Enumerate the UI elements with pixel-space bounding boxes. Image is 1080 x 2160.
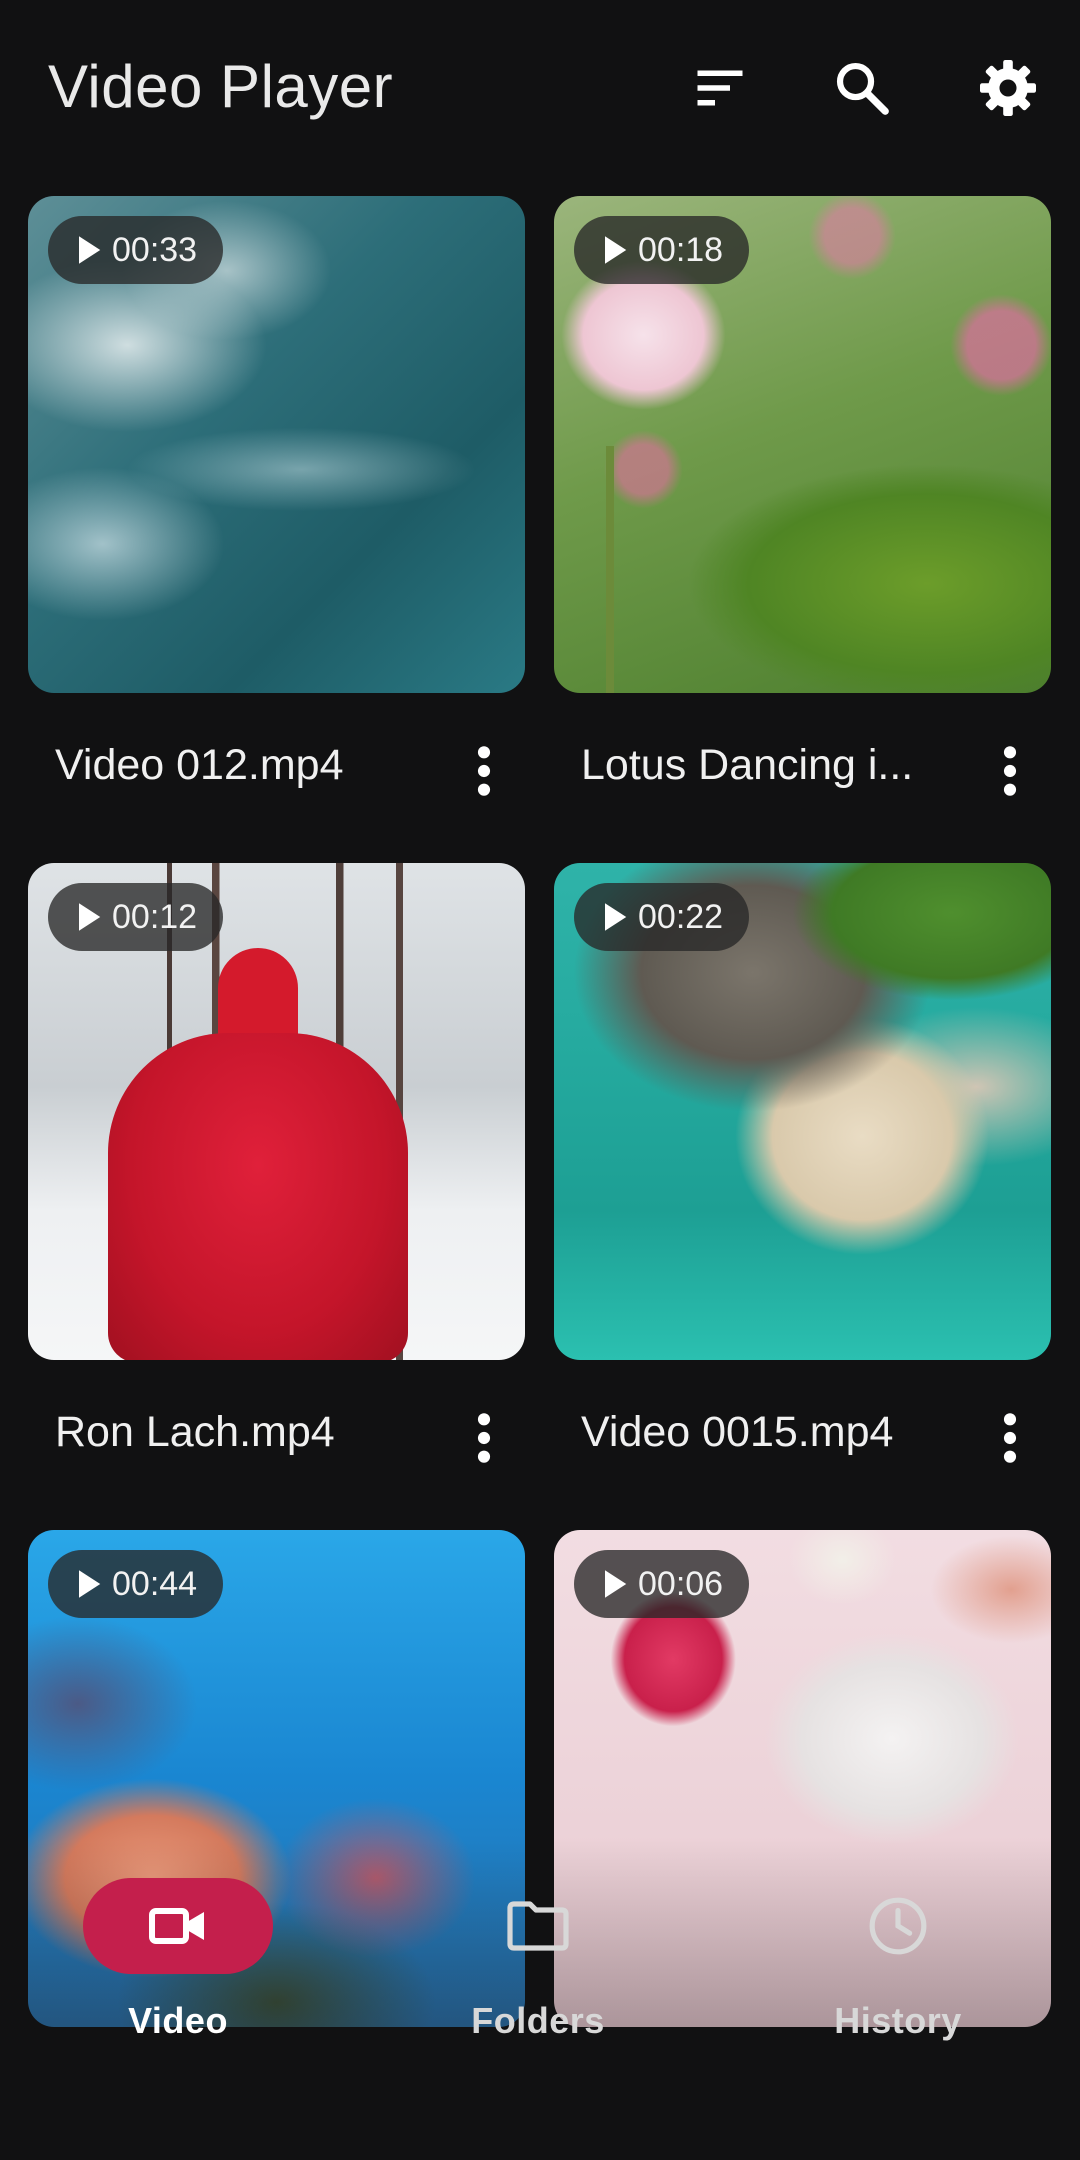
more-options-button[interactable]: [980, 736, 1040, 806]
duration-text: 00:18: [638, 230, 724, 269]
video-thumbnail[interactable]: 00:33: [28, 196, 525, 693]
video-title: Video 0015.mp4: [581, 1408, 894, 1456]
play-icon: [605, 903, 627, 931]
play-icon: [605, 236, 627, 264]
duration-text: 00:33: [112, 230, 198, 269]
video-card[interactable]: 00:18 Lotus Dancing i...: [554, 196, 1051, 826]
duration-text: 00:44: [112, 1564, 198, 1603]
nav-label-history: History: [834, 2000, 962, 2041]
folder-icon: [507, 1901, 569, 1951]
play-icon: [79, 1570, 101, 1598]
video-title: Ron Lach.mp4: [55, 1408, 335, 1456]
duration-text: 00:22: [638, 897, 724, 936]
bottom-navigation: Video Folders History: [28, 1840, 1052, 2080]
duration-badge: 00:18: [574, 216, 750, 284]
more-vert-icon: [477, 746, 491, 796]
more-vert-icon: [1003, 1413, 1017, 1463]
duration-badge: 00:44: [48, 1550, 224, 1618]
nav-item-video[interactable]: Video: [38, 1840, 298, 2080]
video-card[interactable]: 00:12 Ron Lach.mp4: [28, 863, 525, 1493]
lotus-stem: [606, 446, 614, 693]
video-card[interactable]: 00:33 Video 012.mp4: [28, 196, 525, 826]
duration-badge: 00:22: [574, 883, 750, 951]
nav-indicator: [803, 1878, 993, 1974]
video-thumbnail[interactable]: 00:18: [554, 196, 1051, 693]
video-thumbnail[interactable]: 00:22: [554, 863, 1051, 1360]
duration-badge: 00:06: [574, 1550, 750, 1618]
nav-indicator: [443, 1878, 633, 1974]
nav-item-history[interactable]: History: [758, 1840, 1018, 2080]
page-title: Video Player: [48, 53, 394, 120]
duration-text: 00:06: [638, 1564, 724, 1603]
app-bar: Video Player: [0, 0, 1080, 180]
videocam-icon: [149, 1908, 204, 1944]
play-icon: [605, 1570, 627, 1598]
more-options-button[interactable]: [454, 736, 514, 806]
duration-badge: 00:12: [48, 883, 224, 951]
duration-text: 00:12: [112, 897, 198, 936]
duration-badge: 00:33: [48, 216, 224, 284]
search-button[interactable]: [822, 48, 902, 128]
sort-button[interactable]: [680, 48, 760, 128]
video-thumbnail[interactable]: 00:12: [28, 863, 525, 1360]
clock-icon: [869, 1897, 927, 1955]
play-icon: [79, 903, 101, 931]
settings-button[interactable]: [968, 48, 1048, 128]
nav-label-folders: Folders: [471, 2000, 605, 2041]
nav-item-folders[interactable]: Folders: [398, 1840, 658, 2080]
video-card[interactable]: 00:22 Video 0015.mp4: [554, 863, 1051, 1493]
more-options-button[interactable]: [980, 1403, 1040, 1473]
more-options-button[interactable]: [454, 1403, 514, 1473]
nav-label-video: Video: [128, 2000, 228, 2041]
more-vert-icon: [1003, 746, 1017, 796]
more-vert-icon: [477, 1413, 491, 1463]
play-icon: [79, 236, 101, 264]
search-icon: [836, 62, 889, 115]
video-title: Lotus Dancing i...: [581, 741, 914, 789]
sort-icon: [697, 70, 743, 106]
nav-active-indicator: [83, 1878, 273, 1974]
gear-icon: [980, 60, 1036, 116]
figure-dress: [108, 1033, 408, 1360]
video-title: Video 012.mp4: [55, 741, 344, 789]
